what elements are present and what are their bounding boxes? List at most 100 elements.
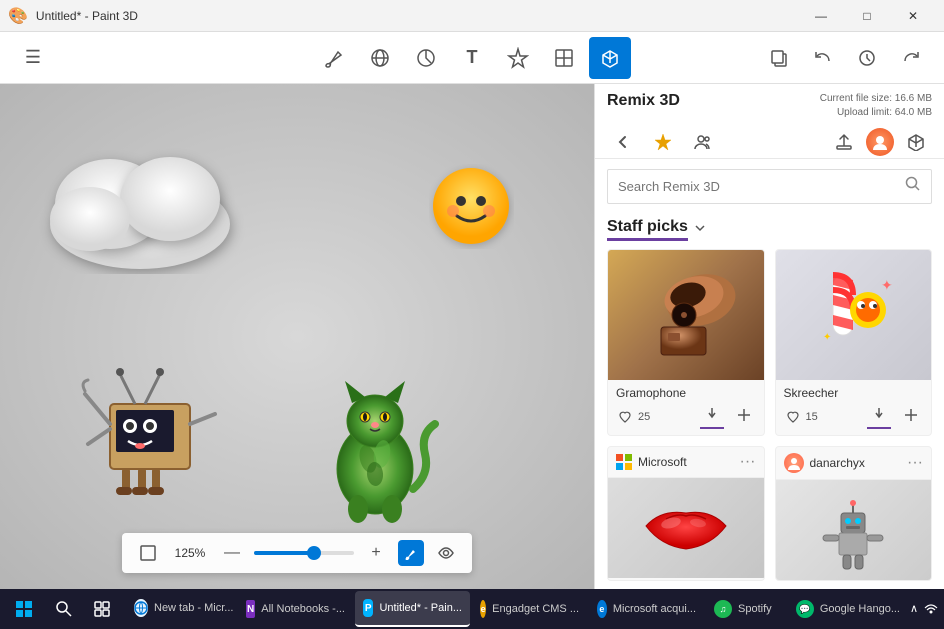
upload-limit-line: Upload limit: 64.0 MB [820, 106, 932, 120]
search-taskbar-btn[interactable] [50, 591, 86, 627]
onenote-icon: N [246, 600, 255, 618]
robot-tv-object [80, 344, 230, 529]
close-button[interactable]: ✕ [890, 0, 936, 32]
microsoft-app[interactable]: e Microsoft acqui... [589, 591, 704, 627]
effects-tool[interactable] [497, 37, 539, 79]
search-input[interactable] [618, 179, 905, 194]
search-taskbar-icon [56, 601, 72, 617]
minimize-button[interactable]: — [798, 0, 844, 32]
remix3d-icon [599, 47, 621, 69]
canvas-background: 125% — + [0, 84, 594, 589]
toolbar: ☰ T [0, 32, 944, 84]
spotify-icon: ♫ [714, 600, 732, 618]
microsoft-menu-btn[interactable]: ··· [740, 453, 756, 471]
new-tab-label: New tab - Micr... [154, 602, 233, 614]
featured-button[interactable] [647, 126, 679, 158]
zoom-minus-btn[interactable]: — [218, 539, 246, 567]
danarchyx-menu-btn[interactable]: ··· [907, 454, 923, 472]
title-bar-controls: — □ ✕ [798, 0, 936, 32]
profile-button[interactable] [864, 126, 896, 158]
3d-shapes-tool[interactable] [359, 37, 401, 79]
history-icon [857, 48, 877, 68]
3d-shapes-icon [369, 47, 391, 69]
ms-label: Microsoft acqui... [613, 603, 696, 615]
copy-button[interactable] [758, 37, 800, 79]
remix3d-tool[interactable] [589, 37, 631, 79]
staff-picks-row: Gramophone 25 [607, 249, 932, 436]
skreecher-download-btn[interactable] [867, 404, 891, 429]
gramophone-like-btn[interactable] [616, 408, 634, 426]
history-button[interactable] [846, 37, 888, 79]
back-button[interactable] [607, 126, 639, 158]
gramophone-item[interactable]: Gramophone 25 [607, 249, 765, 436]
danarchyx-author: danarchyx [784, 453, 865, 473]
engadget-icon: e [480, 600, 486, 618]
grid-container[interactable]: Gramophone 25 [595, 249, 944, 589]
zoom-slider[interactable] [254, 551, 354, 555]
canvas-tool[interactable] [543, 37, 585, 79]
onenote-app[interactable]: N All Notebooks -... [238, 591, 353, 627]
canvas-bottom-bar: 125% — + [122, 533, 472, 573]
undo-icon [813, 48, 833, 68]
file-info: Current file size: 16.6 MB Upload limit:… [820, 92, 932, 120]
tray-chevron[interactable]: ∧ [910, 602, 918, 615]
danarchyx-collection-header: danarchyx ··· [776, 447, 932, 480]
svg-text:✦: ✦ [823, 332, 831, 343]
spotify-label: Spotify [738, 603, 772, 615]
canvas-square-btn[interactable] [134, 539, 162, 567]
remix-header-top: Remix 3D Current file size: 16.6 MB Uplo… [607, 92, 932, 120]
gramophone-download-btn[interactable] [700, 404, 724, 429]
gramophone-likes: 25 [616, 408, 650, 426]
gramophone-add-btn[interactable] [732, 405, 756, 428]
zoom-slider-fill [254, 551, 309, 555]
eye-btn[interactable] [432, 539, 460, 567]
text-tool[interactable]: T [451, 37, 493, 79]
cat-object [310, 369, 440, 534]
engadget-app[interactable]: e Engadget CMS ... [472, 591, 587, 627]
undo-button[interactable] [802, 37, 844, 79]
skreecher-item[interactable]: ✦ ✦ Skreecher 15 [775, 249, 933, 436]
taskbar-right: ∧ 2:58 AM 3/29/2017 [910, 596, 944, 622]
maximize-button[interactable]: □ [844, 0, 890, 32]
title-bar-left: 🎨 Untitled* - Paint 3D [8, 6, 138, 26]
onenote-label: All Notebooks -... [261, 603, 345, 615]
redo-button[interactable] [890, 37, 932, 79]
gramophone-right-actions [700, 404, 756, 429]
menu-button[interactable]: ☰ [12, 37, 54, 79]
skreecher-right-actions [867, 404, 923, 429]
gramophone-actions: 25 [616, 404, 756, 429]
section-chevron[interactable] [694, 222, 706, 237]
paint3d-app[interactable]: P Untitled* - Pain... [355, 591, 470, 627]
start-button[interactable] [8, 591, 48, 627]
cloud-object [30, 134, 250, 274]
remix-panel: Remix 3D Current file size: 16.6 MB Uplo… [594, 84, 944, 589]
spotify-app[interactable]: ♫ Spotify [706, 591, 786, 627]
brush-btn[interactable] [398, 540, 424, 566]
danarchyx-collection[interactable]: danarchyx ··· [775, 446, 933, 581]
lips-thumb [608, 478, 764, 578]
task-view-icon [94, 601, 110, 617]
skreecher-thumb: ✦ ✦ [776, 250, 932, 380]
brushes-tool[interactable] [313, 37, 355, 79]
engadget-label: Engadget CMS ... [492, 603, 579, 615]
search-bar[interactable] [607, 169, 932, 204]
canvas-area[interactable]: 125% — + [0, 84, 594, 589]
my-models-button[interactable] [687, 126, 719, 158]
stickers-icon [415, 47, 437, 69]
skreecher-like-btn[interactable] [784, 408, 802, 426]
zoom-slider-thumb[interactable] [307, 546, 321, 560]
microsoft-collection[interactable]: Microsoft ··· [607, 446, 765, 581]
paint3d-icon: P [363, 599, 373, 617]
hangouts-app[interactable]: 💬 Google Hango... [788, 591, 908, 627]
task-view-btn[interactable] [88, 591, 124, 627]
stickers-tool[interactable] [405, 37, 447, 79]
grid-view-button[interactable] [900, 126, 932, 158]
toolbar-right-actions [758, 37, 932, 79]
new-tab-app[interactable]: New tab - Micr... [126, 591, 236, 627]
upload-button[interactable] [828, 126, 860, 158]
zoom-plus-btn[interactable]: + [362, 539, 390, 567]
skreecher-add-btn[interactable] [899, 405, 923, 428]
search-icon [905, 176, 921, 197]
robot-small-thumb [776, 480, 932, 580]
tray-network[interactable] [924, 600, 938, 617]
